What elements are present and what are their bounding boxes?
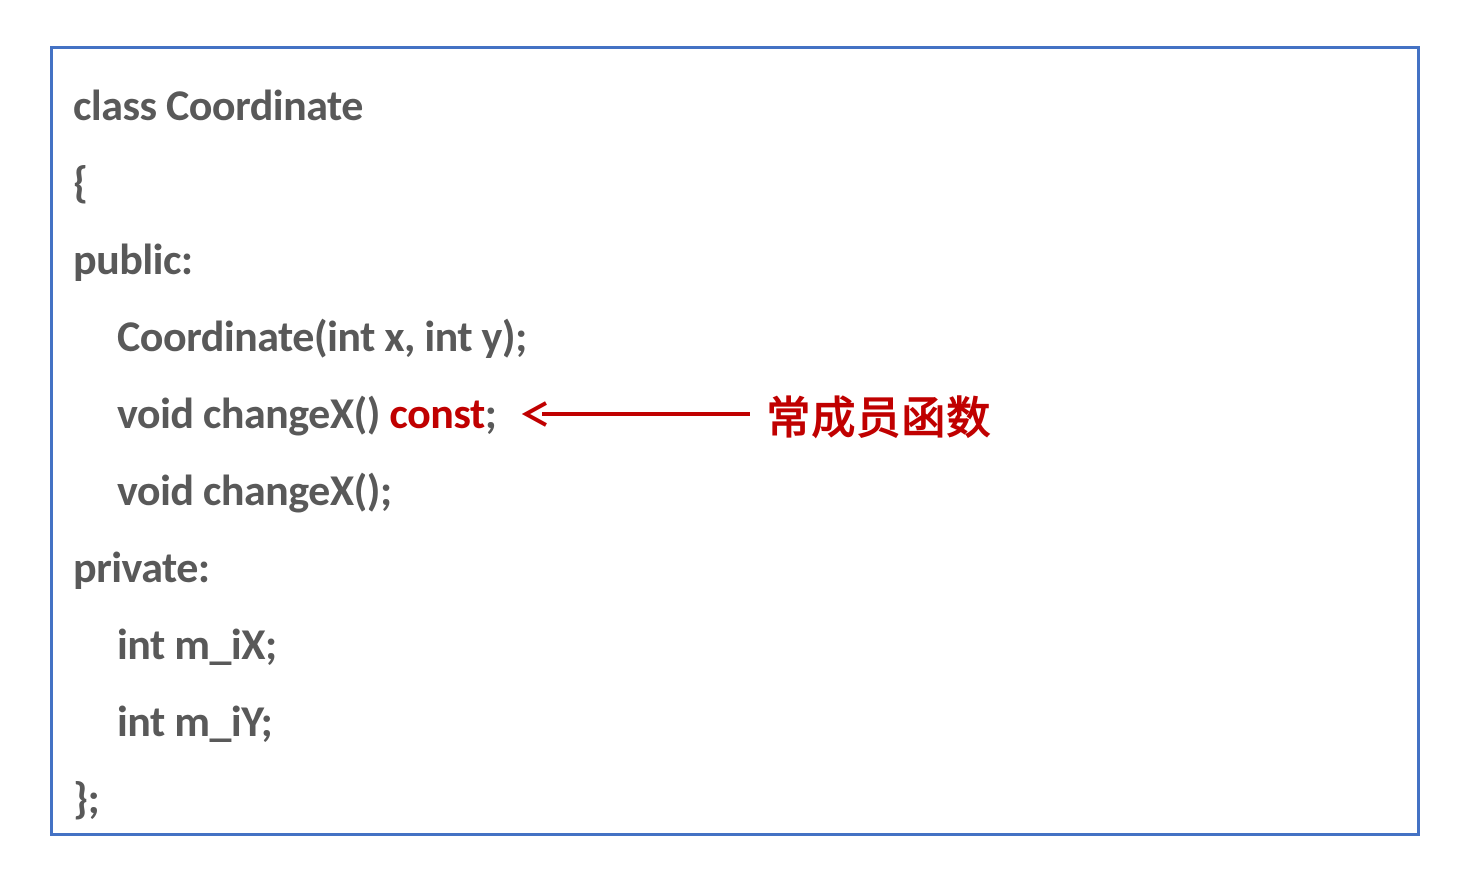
code-suffix: ; [485,386,497,440]
code-line-class: class Coordinate [73,67,1397,144]
code-line-const-method: void changeX() const; [73,375,496,452]
code-line-constructor: Coordinate(int x, int y); [73,298,1397,375]
annotated-line-row: void changeX() const; 常成员函数 [73,375,1397,452]
code-line-open-brace: { [73,144,1397,221]
code-snippet-box: class Coordinate { public: Coordinate(in… [50,46,1420,836]
code-line-member-y: int m_iY; [73,683,1397,760]
code-line-public: public: [73,221,1397,298]
code-prefix: void changeX() [117,386,389,440]
annotation-label: 常成员函数 [766,382,991,446]
code-line-member-x: int m_iX; [73,606,1397,683]
code-line-private: private: [73,529,1397,606]
arrow-left-icon [522,399,752,429]
code-line-nonconst-method: void changeX(); [73,452,1397,529]
code-line-close-brace: }; [73,760,1397,837]
const-keyword: const [389,386,484,440]
